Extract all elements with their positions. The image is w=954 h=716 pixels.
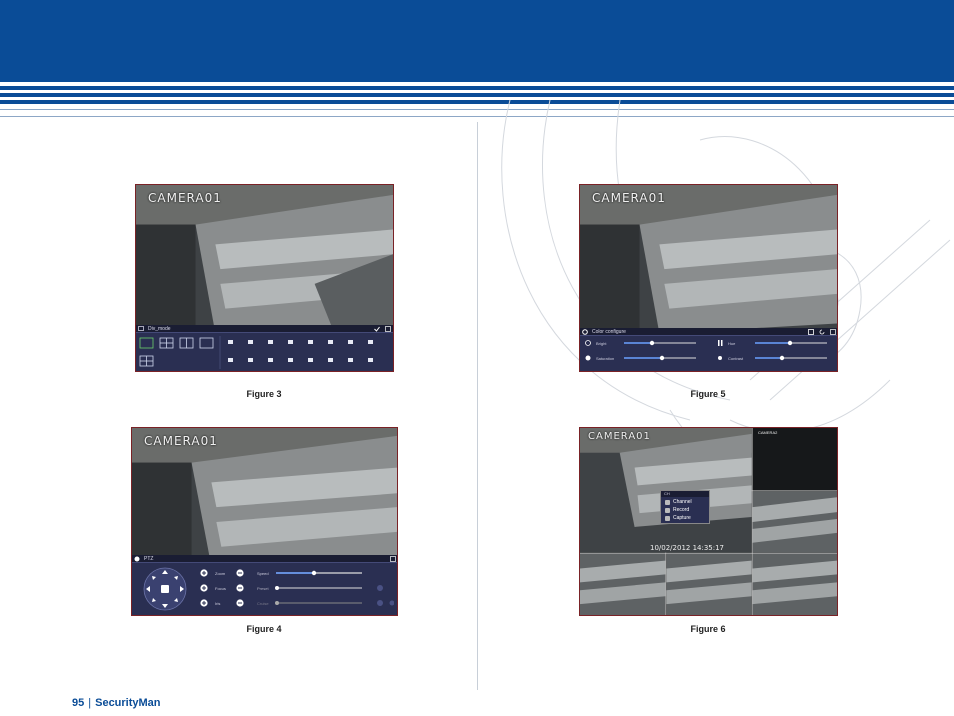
- div-mode-panel: Div_mode: [136, 325, 393, 371]
- preset-label: Preset: [257, 586, 269, 591]
- exit-icon[interactable]: [830, 329, 836, 335]
- panel-title: Div_mode: [148, 326, 171, 332]
- panel-title-bar: [132, 555, 397, 563]
- context-menu-title: CH: [661, 491, 709, 497]
- page-footer: 95 | SecurityMan: [72, 697, 161, 709]
- camera-label: CAMERA01: [148, 191, 222, 205]
- figure-6-caption: Figure 6: [690, 624, 726, 634]
- color-configure-panel: Color configure Bright Saturation Hue Co…: [580, 328, 837, 371]
- panel-title-bar: [136, 325, 393, 333]
- figure-4-screenshot: CAMERA01 PTZ Zoom Focus Iris Speed Prese…: [131, 427, 398, 616]
- ptz-icon: [134, 556, 140, 562]
- speed-label: Speed: [257, 571, 269, 576]
- footer-separator: |: [88, 697, 92, 709]
- camera-label: CAMERA01: [144, 434, 218, 448]
- menu-item-record[interactable]: Record: [673, 507, 689, 513]
- menu-item-capture[interactable]: Capture: [673, 515, 691, 521]
- column-divider: [477, 122, 478, 690]
- figure-6-screenshot: CAMERA01 CAMERA2 10/02/2012 14:35:17 CH …: [579, 427, 838, 616]
- save-icon[interactable]: [808, 329, 814, 335]
- direction-pad[interactable]: [142, 566, 188, 612]
- panel-title: Color configure: [592, 329, 626, 335]
- record-icon: [665, 508, 670, 513]
- figure-3-screenshot: CAMERA01 Div_mode: [135, 184, 394, 372]
- camera-label: CAMERA01: [588, 431, 651, 442]
- camera-label: CAMERA01: [592, 191, 666, 205]
- figure-3-caption: Figure 3: [246, 389, 282, 399]
- context-menu: CH Channel Record Capture: [660, 490, 710, 524]
- figure-5-caption: Figure 5: [690, 389, 726, 399]
- split-mode-grid[interactable]: [136, 334, 394, 371]
- gear-icon: [582, 329, 588, 335]
- color-sliders[interactable]: [580, 337, 838, 371]
- figure-4-caption: Figure 4: [246, 624, 282, 634]
- monitor-icon: [138, 326, 144, 331]
- cruise-label: Cruise: [257, 601, 269, 606]
- confirm-icon[interactable]: [374, 326, 380, 332]
- menu-item-channel[interactable]: Channel: [673, 499, 692, 505]
- capture-icon: [665, 516, 670, 521]
- ptz-panel: PTZ Zoom Focus Iris Speed Preset Cruise: [132, 555, 397, 615]
- exit-icon[interactable]: [385, 326, 391, 332]
- panel-title: PTZ: [144, 556, 154, 562]
- tile-camera-label: CAMERA2: [758, 430, 778, 435]
- channel-icon: [665, 500, 670, 505]
- exit-icon[interactable]: [390, 556, 396, 562]
- refresh-icon[interactable]: [819, 329, 825, 335]
- brand-name: SecurityMan: [95, 697, 161, 709]
- focus-label: Focus: [215, 586, 226, 591]
- figure-5-screenshot: CAMERA01 Color configure Bright Saturati…: [579, 184, 838, 372]
- iris-label: Iris: [215, 601, 221, 606]
- page-number: 95: [72, 697, 85, 709]
- timestamp: 10/02/2012 14:35:17: [650, 544, 725, 552]
- header-band: [0, 0, 954, 82]
- ptz-sliders[interactable]: [274, 569, 394, 611]
- zoom-label: Zoom: [215, 571, 226, 576]
